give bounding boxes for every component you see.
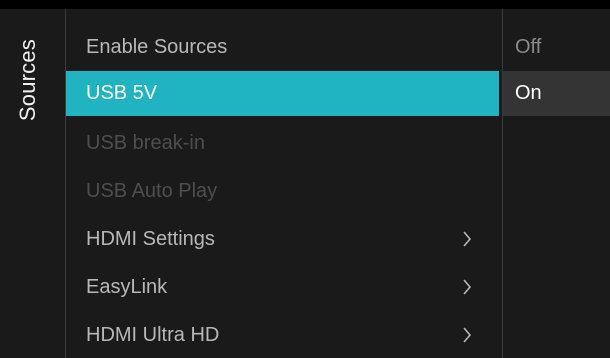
menu-item-usb-auto-play: USB Auto Play: [66, 167, 502, 215]
menu-item-label: EasyLink: [86, 276, 168, 298]
sidebar-title: Sources: [0, 9, 52, 358]
menu-item-label: USB Auto Play: [86, 180, 218, 202]
sidebar-title-label: Sources: [15, 39, 40, 122]
option-off[interactable]: Off: [503, 23, 610, 71]
menu-item-label: HDMI Ultra HD: [86, 324, 220, 346]
menu-item-enable-sources[interactable]: Enable Sources: [66, 23, 502, 71]
chevron-right-icon: [462, 311, 476, 358]
menu-item-label: USB break-in: [86, 132, 205, 154]
menu-item-usb-break-in: USB break-in: [66, 119, 502, 167]
usb-5v-options: Off On: [503, 23, 610, 119]
menu-item-hdmi-settings[interactable]: HDMI Settings: [66, 215, 502, 263]
menu-item-label: Enable Sources: [86, 36, 228, 58]
menu-item-usb-5v[interactable]: USB 5V: [66, 71, 499, 116]
menu-item-hdmi-ultra-hd[interactable]: HDMI Ultra HD: [66, 311, 502, 358]
menu-item-label: HDMI Settings: [86, 228, 215, 250]
menu-item-label: USB 5V: [86, 82, 158, 104]
menu-item-easylink[interactable]: EasyLink: [66, 263, 502, 311]
option-label: Off: [515, 36, 542, 58]
option-on[interactable]: On: [503, 71, 610, 116]
chevron-right-icon: [462, 263, 476, 311]
tv-settings-screen: Sources Enable Sources USB 5V USB break-…: [0, 0, 610, 358]
option-label: On: [515, 82, 542, 104]
sources-menu: Enable Sources USB 5V USB break-in USB A…: [66, 23, 502, 358]
chevron-right-icon: [462, 215, 476, 263]
